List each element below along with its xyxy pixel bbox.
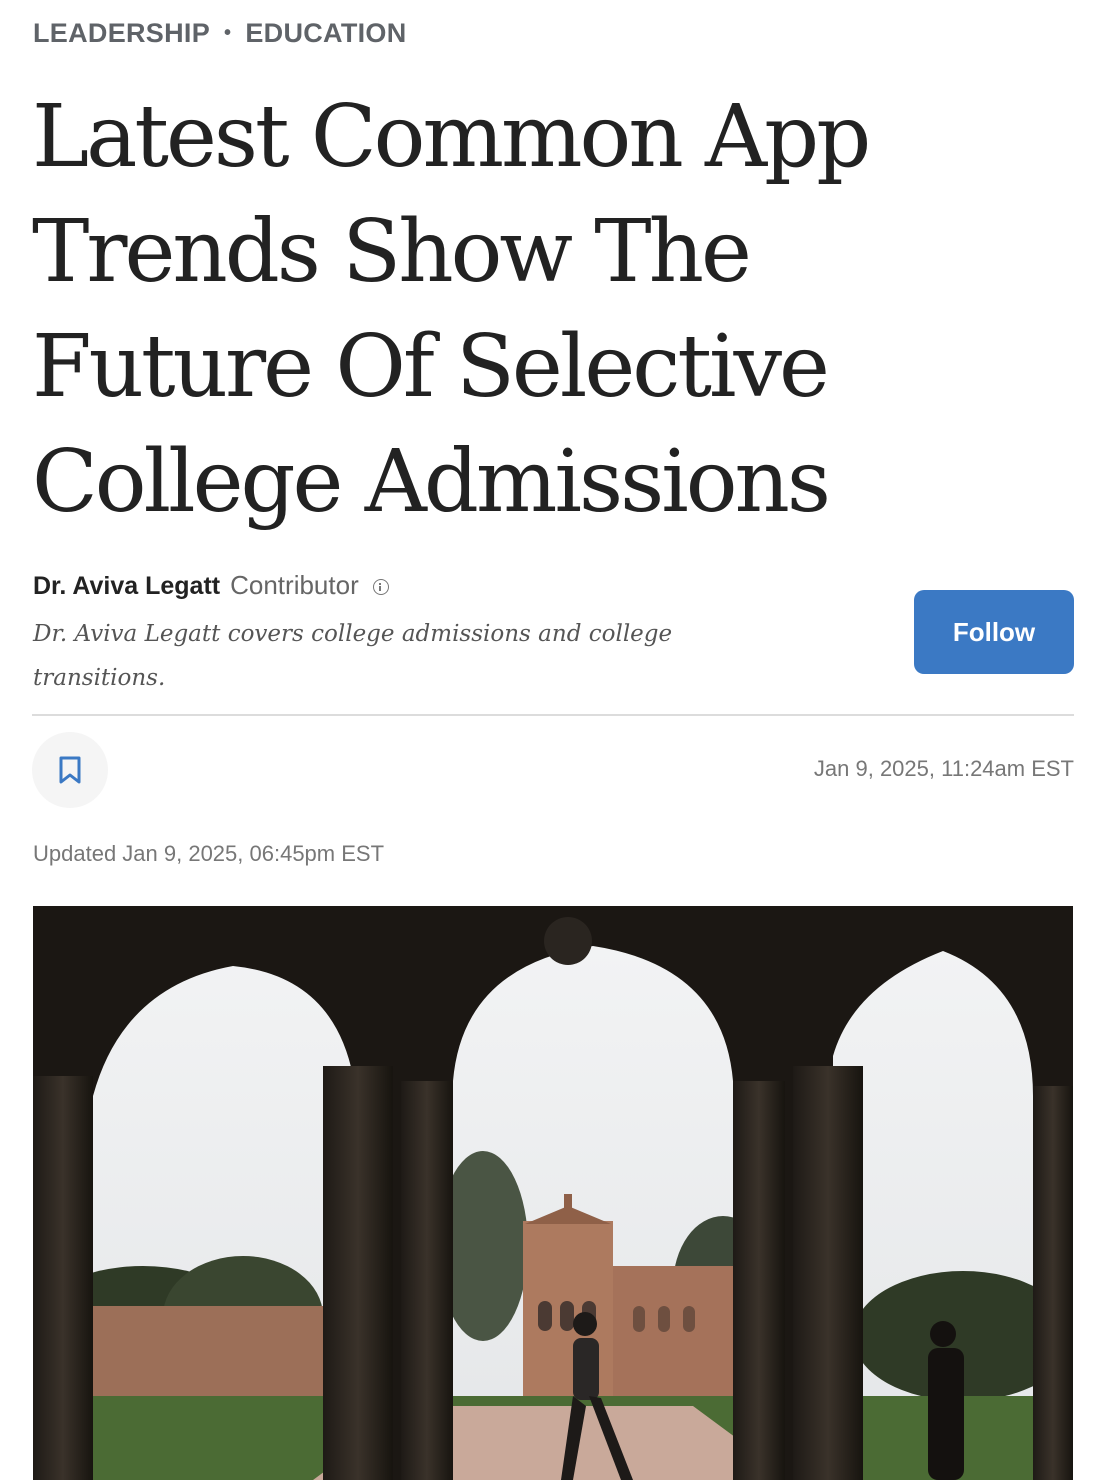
category-separator: •	[224, 22, 232, 44]
category-leadership[interactable]: LEADERSHIP	[33, 18, 210, 49]
bookmark-button[interactable]	[32, 732, 108, 808]
category-education[interactable]: EDUCATION	[245, 18, 406, 49]
author-role: Contributor	[230, 570, 359, 600]
author-name[interactable]: Dr. Aviva Legatt	[33, 572, 220, 601]
published-date: Jan 9, 2025, 11:24am EST	[813, 756, 1074, 781]
info-icon[interactable]	[372, 579, 389, 595]
author-bio: Dr. Aviva Legatt covers college admissio…	[33, 621, 673, 691]
hero-image	[33, 906, 1073, 1480]
category-breadcrumb: LEADERSHIP • EDUCATION	[33, 18, 407, 49]
updated-date: Updated Jan 9, 2025, 06:45pm EST	[33, 841, 385, 866]
divider	[32, 714, 1074, 716]
article-headline: Latest Common App Trends Show The Future…	[32, 87, 871, 532]
author-byline: Dr. Aviva Legatt Contributor	[33, 570, 389, 601]
follow-button[interactable]: Follow	[914, 590, 1074, 674]
bookmark-icon	[59, 756, 81, 784]
